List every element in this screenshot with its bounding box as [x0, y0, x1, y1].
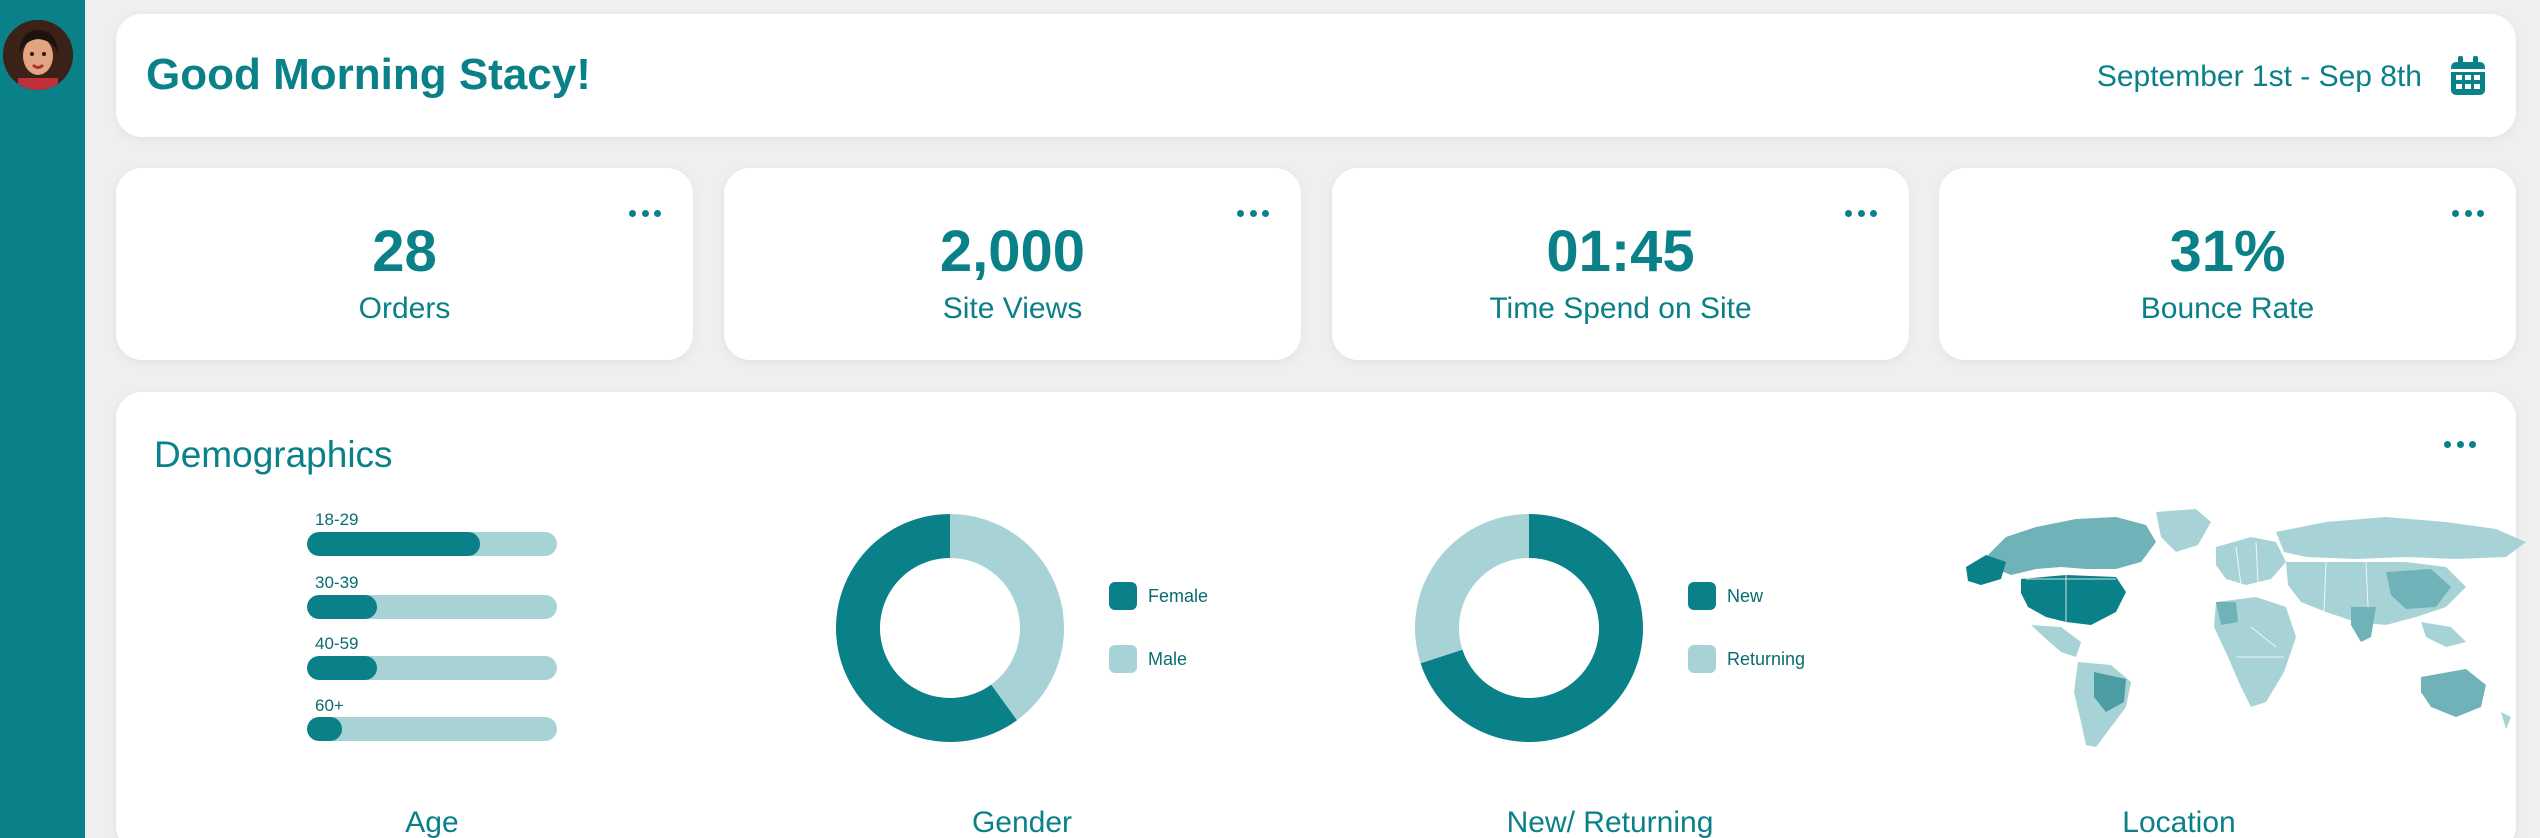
stat-card-bounce-rate: 31% Bounce Rate	[1939, 168, 2516, 360]
stat-value: 2,000	[939, 219, 1086, 284]
age-bar-fill	[307, 717, 342, 741]
map-region-se-asia	[2421, 622, 2466, 647]
map-region-canada	[1986, 517, 2156, 575]
stat-label: Orders	[358, 292, 451, 325]
world-map	[1966, 509, 2526, 747]
age-bar-track	[307, 532, 557, 556]
new-returning-section-label: New/ Returning	[1506, 806, 1714, 838]
map-region-greenland	[2156, 509, 2211, 552]
legend-label-returning: Returning	[1727, 649, 1806, 669]
legend-label-male: Male	[1148, 649, 1188, 669]
stat-card-time-on-site: 01:45 Time Spend on Site	[1332, 168, 1909, 360]
greeting-title: Good Morning Stacy!	[146, 50, 591, 99]
age-group-label: 30-39	[315, 573, 359, 592]
age-bar-fill	[307, 532, 480, 556]
legend-label-new: New	[1727, 586, 1764, 606]
demographics-card: Demographics 18-29 30-39 40-59 60+ Age F…	[116, 392, 2526, 838]
legend-swatch-female	[1109, 582, 1137, 610]
demographics-title: Demographics	[154, 434, 393, 475]
legend-label-female: Female	[1148, 586, 1209, 606]
legend-swatch-male	[1109, 645, 1137, 673]
map-region-russia	[2276, 517, 2526, 559]
map-region-mexico	[2031, 625, 2081, 657]
age-group-label: 60+	[315, 696, 344, 715]
map-region-usa	[2021, 575, 2126, 625]
more-dots-icon[interactable]	[2452, 210, 2484, 218]
age-bar-fill	[307, 595, 377, 619]
stat-value: 31%	[2169, 219, 2286, 284]
age-group-label: 40-59	[315, 634, 359, 653]
stat-label: Site Views	[942, 292, 1083, 325]
stat-value: 28	[372, 219, 437, 284]
age-group-label: 18-29	[315, 510, 359, 529]
age-bar-track	[307, 656, 557, 680]
sidebar	[0, 0, 85, 838]
age-section-label: Age	[405, 806, 459, 838]
gender-section-label: Gender	[971, 806, 1073, 838]
map-region-india	[2351, 607, 2376, 642]
more-dots-icon[interactable]	[629, 210, 661, 218]
legend-swatch-returning	[1688, 645, 1716, 673]
more-dots-icon[interactable]	[1237, 210, 1269, 218]
more-dots-icon[interactable]	[2444, 441, 2476, 449]
stat-card-orders: 28 Orders	[116, 168, 693, 360]
gender-slice-male	[950, 514, 1064, 721]
map-region-nz	[2501, 712, 2511, 729]
legend-swatch-new	[1688, 582, 1716, 610]
map-region-europe	[2216, 537, 2286, 585]
new-returning-slice-returning	[1415, 514, 1529, 664]
gender-donut-chart	[836, 514, 1064, 742]
stat-value: 01:45	[1546, 219, 1695, 284]
user-avatar[interactable]	[3, 20, 73, 90]
age-bar-track	[307, 595, 557, 619]
stat-card-site-views: 2,000 Site Views	[724, 168, 1301, 360]
header-card: Good Morning Stacy! September 1st - Sep …	[116, 14, 2516, 137]
date-range[interactable]: September 1st - Sep 8th	[2097, 60, 2422, 94]
stat-label: Bounce Rate	[2140, 292, 2315, 325]
more-dots-icon[interactable]	[1845, 210, 1877, 218]
stat-label: Time Spend on Site	[1489, 292, 1752, 325]
age-bar-fill	[307, 656, 377, 680]
age-bar-track	[307, 717, 557, 741]
new-returning-donut-chart	[1415, 514, 1643, 742]
calendar-icon[interactable]	[2450, 56, 2486, 96]
location-section-label: Location	[2122, 806, 2236, 838]
map-region-australia	[2421, 669, 2486, 717]
